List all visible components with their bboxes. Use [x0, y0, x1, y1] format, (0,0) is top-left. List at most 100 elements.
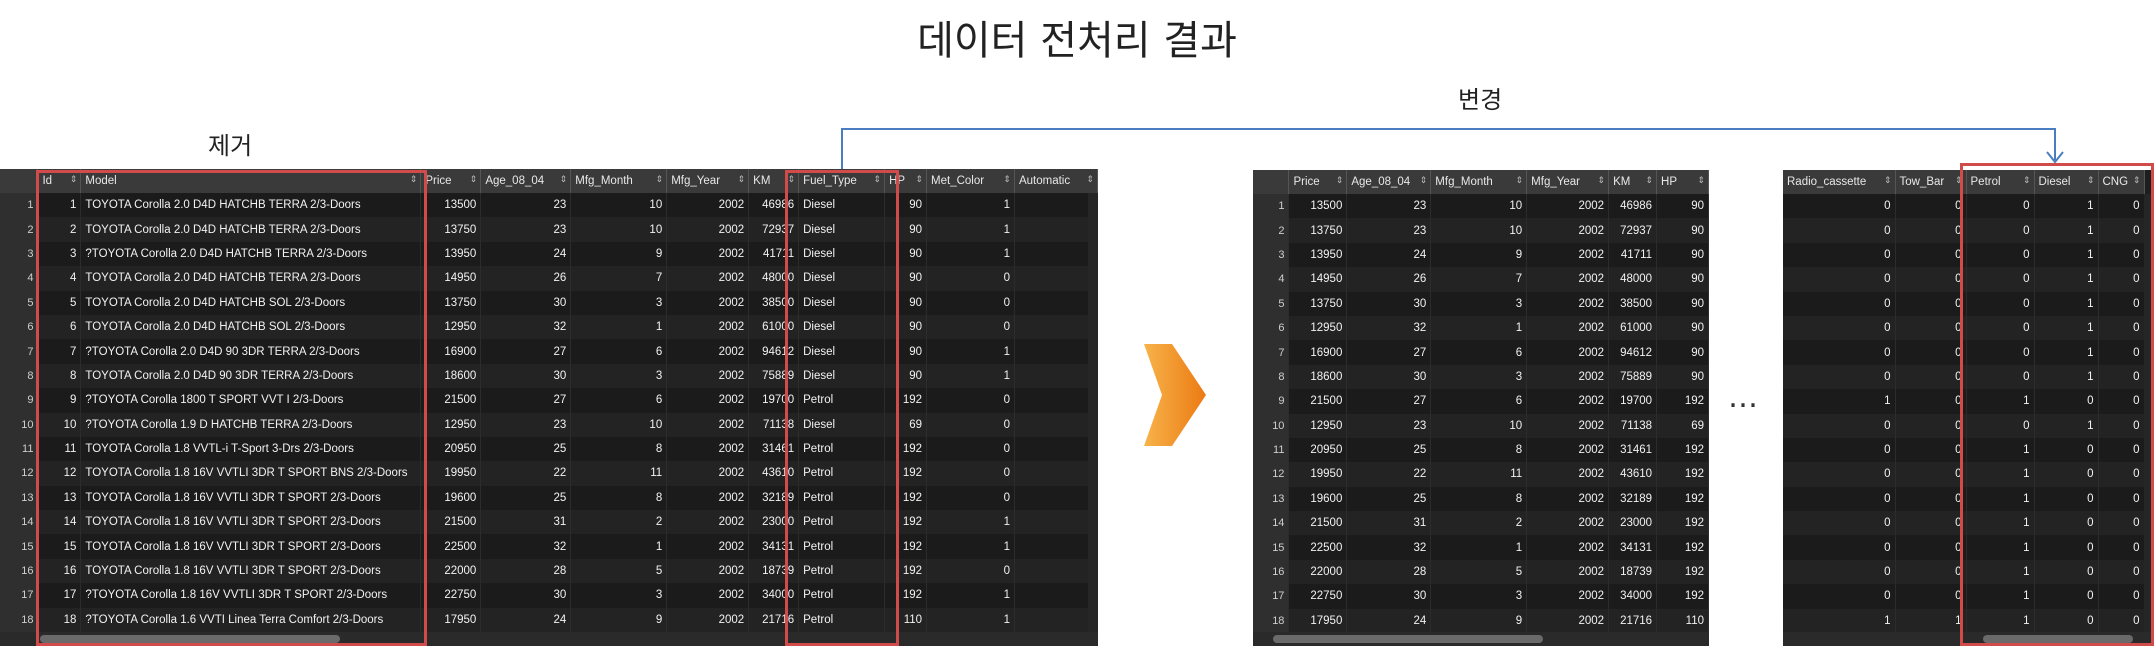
table-row[interactable]: 8 18600 30 3 2002 75889 90 — [1253, 364, 1709, 390]
table-cell: 0 — [1783, 194, 1896, 219]
table-row[interactable]: 13 19600 25 8 2002 32189 192 — [1253, 486, 1709, 512]
column-header[interactable]: Mfg_Year ⇕ — [666, 169, 750, 193]
table-cell: 21500 — [420, 510, 482, 535]
table-cell: 12950 — [1288, 413, 1348, 438]
table-row[interactable]: 3 13950 24 9 2002 41711 90 — [1253, 242, 1709, 268]
sort-icon[interactable]: ⇕ — [915, 174, 923, 185]
row-number: 8 — [1253, 364, 1290, 390]
table-cell: 110 — [1656, 608, 1709, 634]
table-row[interactable]: 4 14950 26 7 2002 48000 90 — [1253, 267, 1709, 292]
column-header[interactable]: Tow_Bar ⇕ — [1895, 170, 1967, 194]
table-cell: 27 — [1346, 389, 1432, 414]
sort-icon[interactable]: ⇕ — [1420, 175, 1428, 186]
table-cell: 2002 — [1526, 267, 1610, 292]
column-header[interactable]: Met_Color ⇕ — [926, 169, 1015, 193]
table-row[interactable]: 10 12950 23 10 2002 71138 69 — [1253, 413, 1709, 438]
sort-icon[interactable]: ⇕ — [656, 174, 664, 185]
table-cell: 90 — [1656, 267, 1709, 292]
table-row[interactable]: 2 13750 23 10 2002 72937 90 — [1253, 218, 1709, 243]
column-header[interactable]: Price ⇕ — [1288, 170, 1348, 194]
column-header[interactable]: Radio_cassette ⇕ — [1783, 170, 1896, 194]
row-number: 11 — [0, 436, 39, 462]
column-header[interactable]: Age_08_04 ⇕ — [480, 169, 572, 193]
table-cell: 0 — [1895, 511, 1967, 536]
column-header[interactable]: Automatic ⇕ — [1014, 169, 1098, 193]
table-cell: 192 — [1656, 462, 1709, 487]
table-cell: 38500 — [1608, 291, 1658, 316]
table-cell: 25 — [480, 485, 572, 511]
table-cell: 2002 — [1526, 364, 1610, 390]
column-header-label: KM — [1613, 176, 1631, 188]
row-number: 4 — [1253, 267, 1290, 292]
sort-icon[interactable]: ⇕ — [560, 174, 568, 185]
sort-icon[interactable]: ⇕ — [1598, 175, 1606, 186]
table-row[interactable]: 18 17950 24 9 2002 21716 110 — [1253, 608, 1709, 634]
column-header[interactable]: Price ⇕ — [420, 169, 482, 193]
table-cell: 0 — [1783, 413, 1896, 438]
table-cell: 19600 — [1288, 486, 1348, 512]
sort-icon[interactable]: ⇕ — [1646, 175, 1654, 186]
column-header[interactable]: Mfg_Month ⇕ — [1430, 170, 1528, 194]
row-number: 18 — [1253, 608, 1290, 634]
table-cell: 1 — [926, 339, 1015, 364]
row-number: 13 — [1253, 486, 1290, 512]
table-cell: 2002 — [1526, 486, 1610, 512]
sort-icon[interactable]: ⇕ — [1516, 175, 1524, 186]
table-cell: 3 — [570, 290, 668, 315]
table-cell: 0 — [1895, 242, 1967, 268]
table-cell: 2002 — [1526, 437, 1610, 463]
table-row[interactable]: 7 16900 27 6 2002 94612 90 — [1253, 340, 1709, 365]
table-row[interactable]: 15 22500 32 1 2002 34131 192 — [1253, 535, 1709, 560]
sort-icon[interactable]: ⇕ — [1003, 174, 1011, 185]
table-row[interactable]: 6 12950 32 1 2002 61000 90 — [1253, 315, 1709, 341]
sort-icon[interactable]: ⇕ — [1697, 175, 1705, 186]
sort-icon[interactable]: ⇕ — [1086, 174, 1094, 185]
table-cell: 2002 — [1526, 242, 1610, 268]
table-cell: 10 — [1430, 194, 1528, 219]
column-header[interactable] — [1253, 170, 1290, 194]
table-row[interactable]: 11 20950 25 8 2002 31461 192 — [1253, 437, 1709, 463]
table-cell: 13500 — [1288, 194, 1348, 219]
column-header[interactable]: KM ⇕ — [1608, 170, 1658, 194]
table-cell: 1 — [1895, 608, 1967, 634]
table-cell: 61000 — [1608, 315, 1658, 341]
sort-icon[interactable]: ⇕ — [1884, 175, 1892, 186]
table-cell: 0 — [1783, 584, 1896, 609]
column-header[interactable]: Age_08_04 ⇕ — [1346, 170, 1432, 194]
table-cell: 22000 — [1288, 559, 1348, 585]
table-cell: 5 — [570, 558, 668, 584]
sort-icon[interactable]: ⇕ — [1336, 175, 1344, 186]
table-cell: 2002 — [666, 461, 750, 486]
table-row[interactable]: 9 21500 27 6 2002 19700 192 — [1253, 389, 1709, 414]
row-number: 17 — [1253, 584, 1290, 609]
table-cell: 0 — [1895, 462, 1967, 487]
column-header[interactable] — [0, 169, 39, 193]
vertical-scrollbar[interactable] — [1088, 193, 1098, 632]
sort-icon[interactable]: ⇕ — [470, 174, 478, 185]
table-row[interactable]: 14 21500 31 2 2002 23000 192 — [1253, 511, 1709, 536]
table-row[interactable]: 17 22750 30 3 2002 34000 192 — [1253, 584, 1709, 609]
table-cell: 24 — [1346, 608, 1432, 634]
column-header[interactable]: Mfg_Month ⇕ — [570, 169, 668, 193]
table-cell: 2002 — [1526, 413, 1610, 438]
table-row[interactable]: 5 13750 30 3 2002 38500 90 — [1253, 291, 1709, 316]
table-cell: 0 — [1895, 437, 1967, 463]
table-cell: 24 — [480, 607, 572, 633]
scroll-thumb[interactable] — [1273, 635, 1543, 643]
table-row[interactable]: 12 19950 22 11 2002 43610 192 — [1253, 462, 1709, 487]
column-header[interactable]: Mfg_Year ⇕ — [1526, 170, 1610, 194]
sort-icon[interactable]: ⇕ — [738, 174, 746, 185]
table-cell: 0 — [1895, 389, 1967, 414]
table-row[interactable]: 1 13500 23 10 2002 46986 90 — [1253, 194, 1709, 219]
table-cell: 1 — [926, 510, 1015, 535]
dummy-columns-highlight — [1960, 163, 2154, 646]
column-header[interactable]: HP ⇕ — [1656, 170, 1709, 194]
column-header-label: Mfg_Year — [671, 175, 721, 187]
table-cell: 11 — [570, 461, 668, 486]
table-row[interactable]: 16 22000 28 5 2002 18739 192 — [1253, 559, 1709, 585]
table-cell: 14950 — [1288, 267, 1348, 292]
table-cell: 32 — [480, 314, 572, 340]
row-number: 1 — [0, 193, 39, 218]
table-cell: 0 — [1783, 340, 1896, 365]
horizontal-scrollbar[interactable] — [1253, 632, 1709, 646]
